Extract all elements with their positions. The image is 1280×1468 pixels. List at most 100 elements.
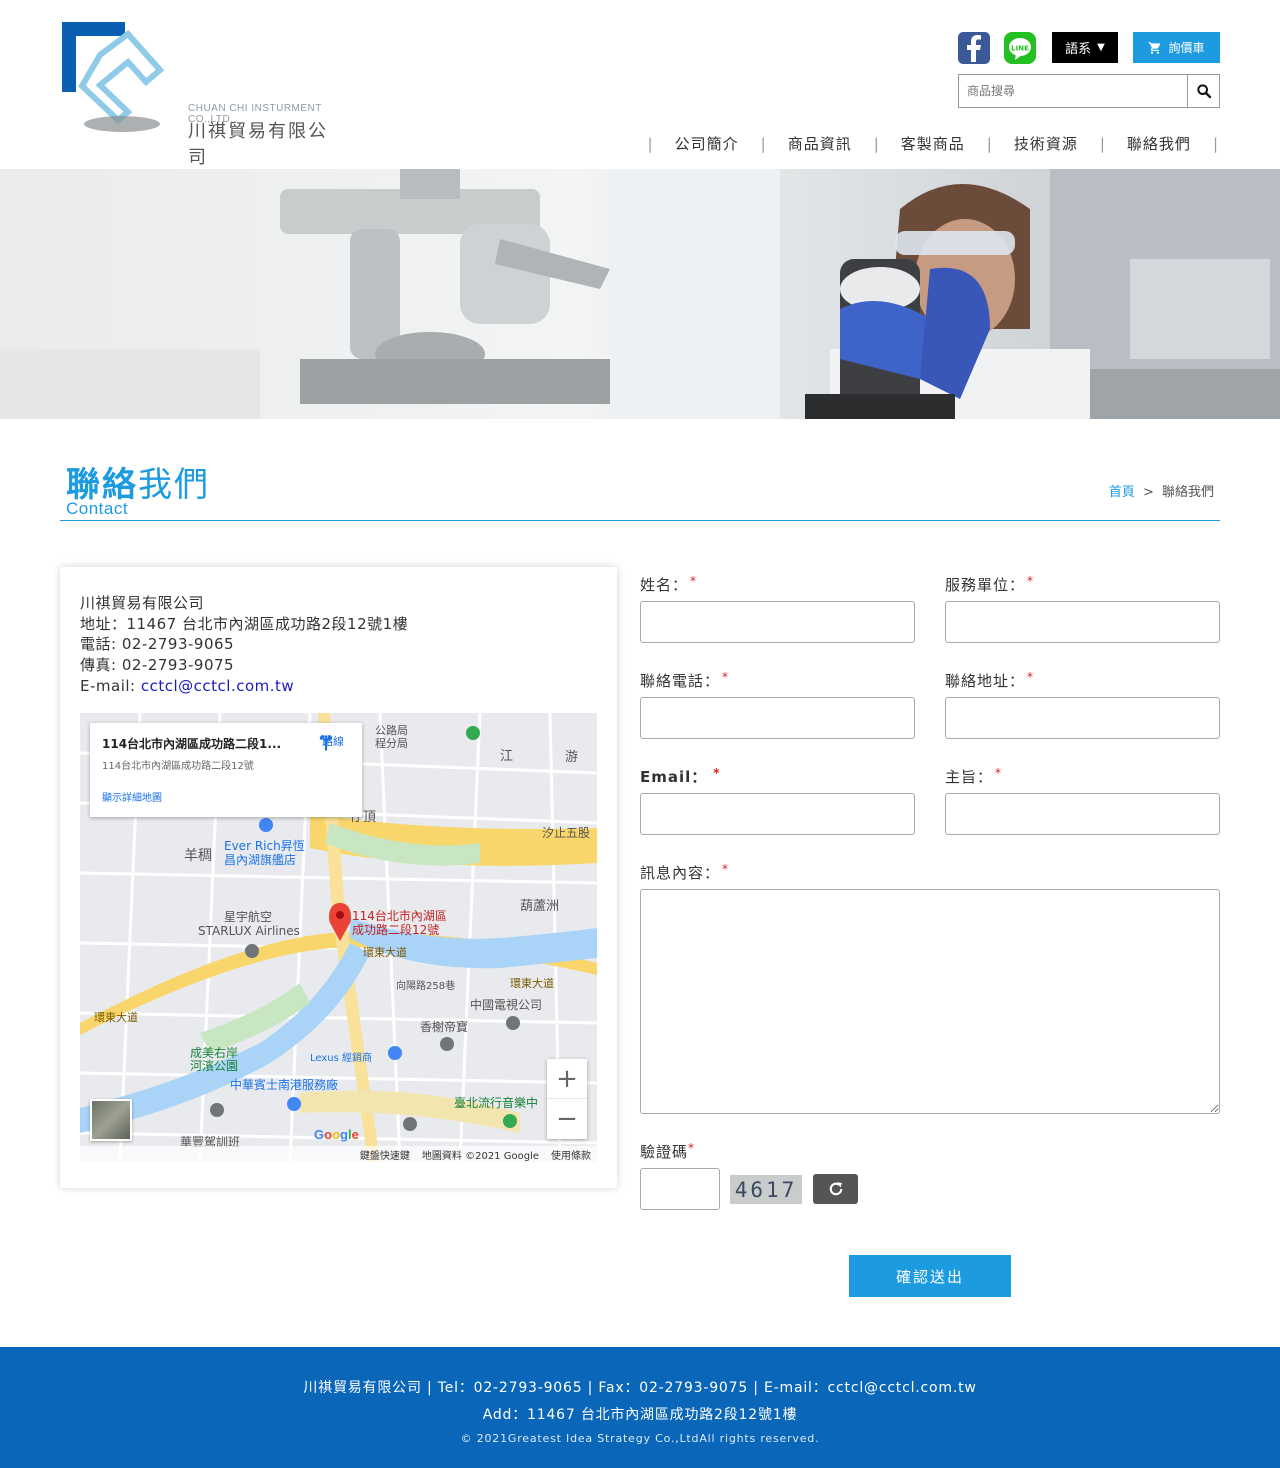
tel-field[interactable] xyxy=(640,697,915,739)
captcha-label: 驗證碼* xyxy=(640,1141,696,1161)
breadcrumb-separator: > xyxy=(1142,485,1154,500)
nav-separator: | xyxy=(647,134,653,153)
map-label: 公路局 xyxy=(375,724,408,737)
hero-banner xyxy=(0,169,1280,419)
page-title-rest: 我們 xyxy=(138,465,210,505)
nav-separator: | xyxy=(1099,134,1105,153)
nav-separator: | xyxy=(873,134,879,153)
map-info-card: 114台北市內湖區成功路二段1... 114台北市內湖區成功路二段12號 顯示詳… xyxy=(90,723,362,817)
map-label: 環東大道 xyxy=(363,945,407,959)
captcha-input[interactable] xyxy=(640,1168,720,1210)
google-map[interactable]: 公路局 程分局 江 游 仔頂 汐止五股 羊稠 Ever Rich昇恆 昌內湖旗艦… xyxy=(80,713,597,1162)
footer-contact-line: 川祺貿易有限公司 | Tel：02-2793-9065 | Fax：02-279… xyxy=(303,1380,977,1396)
nav-separator: | xyxy=(1212,134,1218,153)
page-title-row: 聯絡我們 Contact 首頁 > 聯絡我們 xyxy=(60,419,1220,521)
email-link[interactable]: cctcl@cctcl.com.tw xyxy=(141,677,294,695)
map-keyboard-shortcuts[interactable]: 鍵盤快速鍵 xyxy=(360,1147,410,1162)
map-label: 成美右岸 xyxy=(190,1045,238,1060)
message-textarea[interactable] xyxy=(640,889,1220,1114)
map-pin-label-2: 成功路二段12號 xyxy=(352,922,439,937)
map-label: STARLUX Airlines xyxy=(198,924,300,938)
breadcrumb-current: 聯絡我們 xyxy=(1161,485,1214,500)
map-label: 游 xyxy=(565,750,578,765)
map-pin-label-1: 114台北市內湖區 xyxy=(352,908,447,923)
facebook-icon[interactable] xyxy=(958,32,990,64)
product-search xyxy=(958,74,1220,108)
laboratory-microscope-image xyxy=(0,169,1280,419)
address-field[interactable] xyxy=(945,697,1220,739)
company-fax: 傳真: 02-2793-9075 xyxy=(80,656,235,675)
google-logo: Google xyxy=(314,1127,359,1142)
zoom-in-button[interactable]: + xyxy=(547,1059,587,1099)
breadcrumb-home[interactable]: 首頁 xyxy=(1109,485,1135,500)
subject-field[interactable] xyxy=(945,793,1220,835)
map-card-address: 114台北市內湖區成功路二段12號 xyxy=(102,761,254,772)
nav-separator: | xyxy=(986,134,992,153)
map-label: 星宇航空 xyxy=(224,909,272,924)
map-label: 葫蘆洲 xyxy=(520,899,559,914)
satellite-toggle[interactable] xyxy=(90,1099,132,1141)
map-label: Lexus 經銷商 xyxy=(310,1051,372,1064)
map-view-larger-link[interactable]: 顯示詳細地圖 xyxy=(102,789,162,804)
zoom-out-button[interactable]: − xyxy=(547,1099,587,1139)
captcha-image: 4617 xyxy=(730,1175,802,1204)
map-label: 程分局 xyxy=(375,737,408,750)
company-email-row: E-mail: cctcl@cctcl.com.tw xyxy=(80,676,408,697)
map-terms-link[interactable]: 使用條款 xyxy=(551,1147,591,1162)
cart-label: 詢價車 xyxy=(1168,41,1205,55)
site-footer: 川祺貿易有限公司 | Tel：02-2793-9065 | Fax：02-279… xyxy=(0,1347,1280,1468)
map-label: 汐止五股 xyxy=(542,825,590,840)
nav-item-products[interactable]: 商品資訊 xyxy=(768,133,872,154)
map-label: 臺北流行音樂中 xyxy=(454,1095,538,1110)
address-label: 聯絡地址： * xyxy=(945,670,1035,690)
search-icon xyxy=(1196,84,1211,99)
search-button[interactable] xyxy=(1187,75,1219,107)
caret-down-icon: ▼ xyxy=(1097,42,1105,53)
page-subtitle: Contact xyxy=(66,499,129,518)
map-label: 中華賓士南港服務廠 xyxy=(230,1077,338,1092)
captcha-refresh-button[interactable] xyxy=(813,1174,858,1204)
map-label: 昌內湖旗艦店 xyxy=(224,852,296,867)
footer-address-line: Add：11467 台北市內湖區成功路2段12號1樓 xyxy=(482,1407,798,1423)
language-dropdown[interactable]: 語系 ▼ xyxy=(1052,32,1118,63)
refresh-icon xyxy=(829,1182,842,1196)
name-label: 姓名： * xyxy=(640,574,698,594)
map-label: 向陽路258巷 xyxy=(396,979,455,992)
site-header: CHUAN CHI INSTURMENT CO.,LTD. 川祺貿易有限公司 L… xyxy=(0,0,1280,169)
line-icon[interactable]: LINE xyxy=(1004,32,1036,64)
logo-chinese-name: 川祺貿易有限公司 xyxy=(188,121,328,168)
tel-label: 聯絡電話： * xyxy=(640,670,730,690)
company-logo[interactable]: CHUAN CHI INSTURMENT CO.,LTD. 川祺貿易有限公司 xyxy=(60,20,330,168)
inquiry-cart-button[interactable]: 詢價車 xyxy=(1133,32,1220,63)
svg-text:LINE: LINE xyxy=(1011,45,1029,53)
map-label: 環東大道 xyxy=(94,1010,138,1024)
subject-label: 主旨： * xyxy=(945,766,1003,786)
map-footer: 鍵盤快速鍵 地圖資料 ©2021 Google 使用條款 xyxy=(80,1146,597,1162)
map-label: 環東大道 xyxy=(510,976,554,990)
message-label: 訊息內容： * xyxy=(640,862,730,882)
map-directions-button[interactable]: 路線 xyxy=(316,733,350,751)
map-label: 中國電視公司 xyxy=(470,997,542,1012)
nav-item-custom[interactable]: 客製商品 xyxy=(881,133,985,154)
search-input[interactable] xyxy=(959,75,1187,107)
nav-separator: | xyxy=(760,134,766,153)
language-label: 語系 xyxy=(1065,42,1092,57)
map-label: 江 xyxy=(500,749,513,764)
email-field[interactable] xyxy=(640,793,915,835)
name-field[interactable] xyxy=(640,601,915,643)
map-label: 香榭帝寶 xyxy=(420,1019,468,1034)
submit-button[interactable]: 確認送出 xyxy=(849,1255,1011,1297)
email-label: E-mail: xyxy=(80,676,141,695)
map-card-title: 114台北市內湖區成功路二段1... xyxy=(102,737,282,751)
nav-item-contact[interactable]: 聯絡我們 xyxy=(1107,133,1211,154)
directions-icon xyxy=(319,735,333,751)
unit-field[interactable] xyxy=(945,601,1220,643)
nav-item-resources[interactable]: 技術資源 xyxy=(994,133,1098,154)
nav-item-about[interactable]: 公司簡介 xyxy=(655,133,759,154)
contact-info: 川祺貿易有限公司 地址：11467 台北市內湖區成功路2段12號1樓 電話: 0… xyxy=(80,593,408,697)
main-nav: | 公司簡介 | 商品資訊 | 客製商品 | 技術資源 | 聯絡我們 | xyxy=(646,133,1220,154)
map-label: 河濱公園 xyxy=(190,1059,238,1073)
map-label: 羊稠 xyxy=(184,848,212,864)
footer-copyright: © 2021Greatest Idea Strategy Co.,LtdAll … xyxy=(460,1432,820,1445)
logo-mark-icon xyxy=(62,22,165,132)
